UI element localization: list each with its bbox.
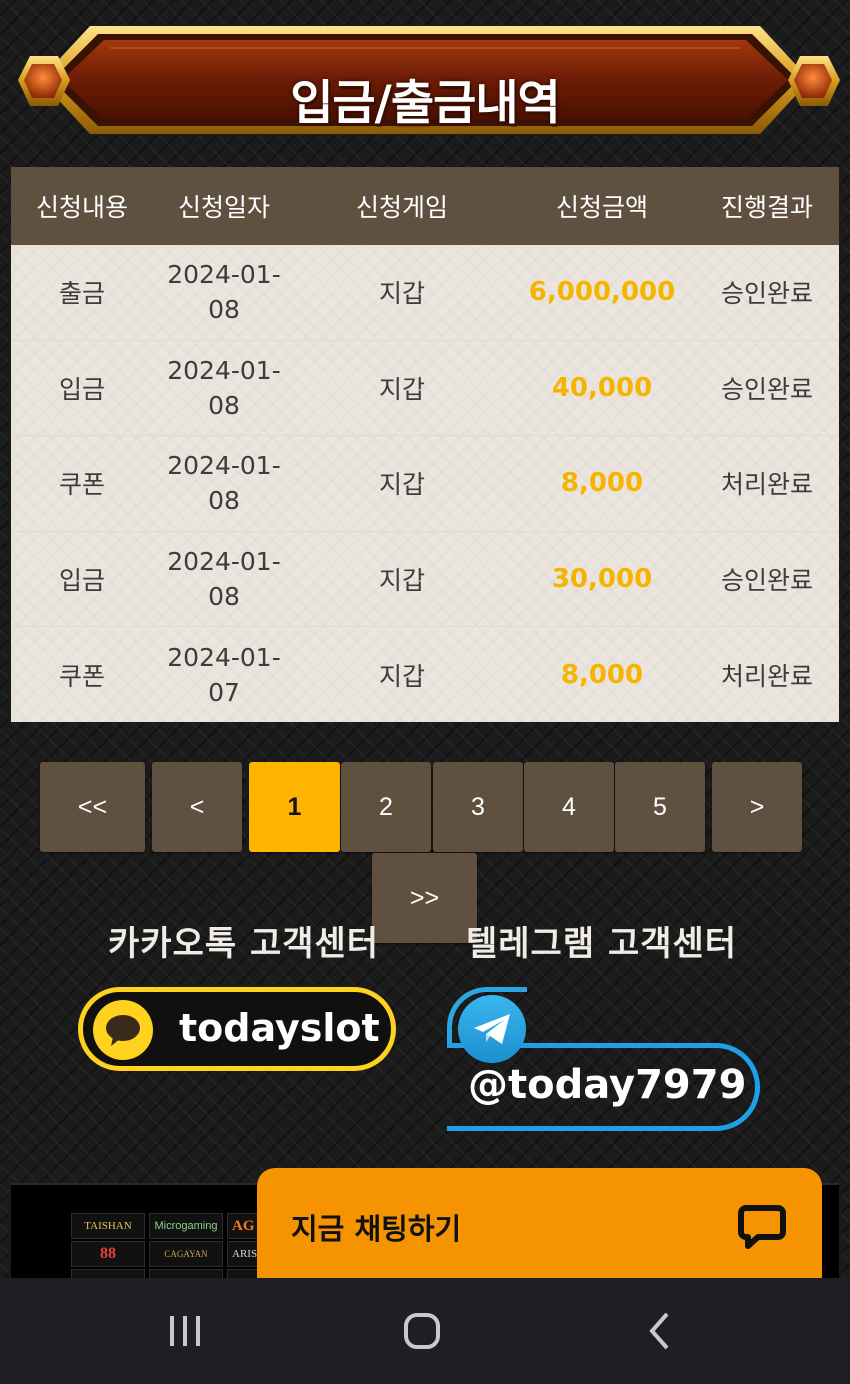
page-2-button[interactable]: 2 [341, 762, 431, 852]
page-4-button[interactable]: 4 [524, 762, 614, 852]
row-game: 지갑 [378, 566, 425, 596]
row-amount: 8,000 [560, 659, 644, 690]
row-game: 지갑 [378, 374, 425, 404]
row-game: 지갑 [378, 470, 425, 500]
chat-bubble-icon [738, 1205, 786, 1249]
row-amount: 8,000 [560, 468, 644, 499]
row-status: 승인완료 [720, 279, 813, 309]
home-icon[interactable] [397, 1308, 447, 1354]
live-chat-button[interactable]: 지금 채팅하기 [257, 1168, 822, 1284]
header-amount: 신청금액 [555, 193, 648, 222]
kakao-support-label: 카카오톡 고객센터 [108, 924, 380, 964]
provider-logo[interactable]: 88 [71, 1241, 145, 1267]
row-type: 쿠폰 [58, 661, 105, 691]
row-date: 2024-01- 08 [167, 451, 281, 516]
telegram-icon[interactable] [458, 995, 526, 1063]
table-row: 쿠폰 2024-01- 07 지갑 8,000 처리완료 [11, 627, 839, 722]
row-type: 쿠폰 [58, 470, 105, 500]
prev-page-button[interactable]: < [152, 762, 242, 852]
table-row: 입금 2024-01- 08 지갑 30,000 승인완료 [11, 532, 839, 628]
row-date: 2024-01- 08 [167, 355, 281, 420]
row-type: 입금 [58, 566, 105, 596]
row-status: 승인완료 [720, 374, 813, 404]
provider-logo[interactable]: Microgaming [149, 1213, 223, 1239]
row-status: 승인완료 [720, 566, 813, 596]
first-page-button[interactable]: << [40, 762, 145, 852]
title-banner: 입금/출금내역 [10, 18, 840, 142]
kakao-chat-icon [93, 1000, 153, 1060]
table-row: 출금 2024-01- 08 지갑 6,000,000 승인완료 [11, 245, 839, 341]
page-title: 입금/출금내역 [290, 76, 561, 131]
kakao-id: todayslot [179, 1006, 380, 1050]
header-game: 신청게임 [355, 193, 448, 222]
header-status: 진행결과 [720, 193, 813, 222]
table-header: 신청내용 신청일자 신청게임 신청금액 진행결과 [11, 167, 839, 245]
page-1-button[interactable]: 1 [249, 762, 340, 852]
row-amount: 6,000,000 [528, 277, 676, 308]
table-row: 입금 2024-01- 08 지갑 40,000 승인완료 [11, 341, 839, 437]
next-page-button[interactable]: > [712, 762, 802, 852]
row-game: 지갑 [378, 279, 425, 309]
row-date: 2024-01- 08 [167, 547, 281, 612]
chat-label: 지금 채팅하기 [291, 1212, 462, 1246]
provider-logo[interactable]: TAISHAN [71, 1213, 145, 1239]
row-game: 지갑 [378, 661, 425, 691]
telegram-id: @today7979 [468, 1062, 747, 1108]
row-date: 2024-01- 08 [167, 260, 281, 325]
row-amount: 40,000 [551, 372, 653, 403]
table-body: 출금 2024-01- 08 지갑 6,000,000 승인완료 입금 2024-… [11, 245, 839, 722]
row-status: 처리완료 [720, 470, 813, 500]
last-page-button[interactable]: >> [372, 853, 477, 943]
provider-logo[interactable]: CAGAYAN [149, 1241, 223, 1267]
page-3-button[interactable]: 3 [433, 762, 523, 852]
row-status: 처리완료 [720, 661, 813, 691]
row-date: 2024-01- 07 [167, 642, 281, 707]
system-nav-bar [0, 1278, 850, 1384]
row-amount: 30,000 [551, 564, 653, 595]
telegram-support-label: 텔레그램 고객센터 [466, 924, 738, 964]
row-type: 출금 [58, 279, 105, 309]
header-date: 신청일자 [177, 193, 270, 222]
row-type: 입금 [58, 374, 105, 404]
back-icon[interactable] [636, 1308, 686, 1354]
kakao-contact-button[interactable]: todayslot [78, 987, 396, 1071]
transaction-table: 신청내용 신청일자 신청게임 신청금액 진행결과 출금 2024-01- 08 지… [11, 167, 839, 722]
recent-apps-icon[interactable] [160, 1308, 210, 1354]
table-row: 쿠폰 2024-01- 08 지갑 8,000 처리완료 [11, 436, 839, 532]
page-5-button[interactable]: 5 [615, 762, 705, 852]
header-type: 신청내용 [35, 193, 128, 222]
